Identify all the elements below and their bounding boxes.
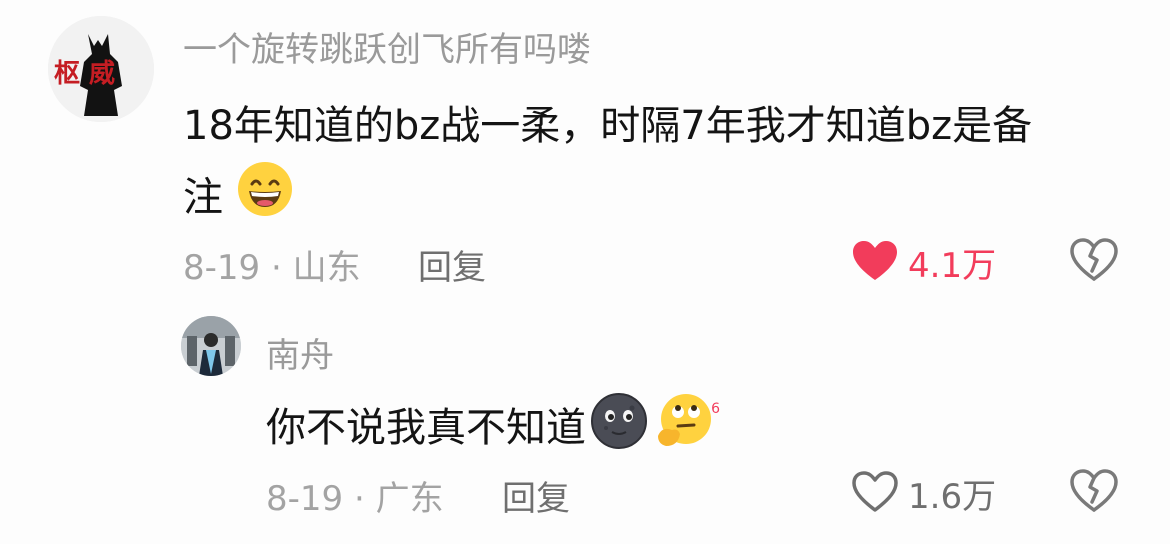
comment-line-1: 18年知道的bz战一柔，时隔7年我才知道bz是备 xyxy=(183,103,1033,149)
emoji-badge: 6 xyxy=(711,401,720,417)
reply-username[interactable]: 南舟 xyxy=(266,328,334,377)
thinking-rolling-eyes-icon: 6 xyxy=(654,392,720,464)
reply-reply-button[interactable]: 回复 xyxy=(502,471,570,520)
reply-text: 你不说我真不知道 6 xyxy=(266,392,720,464)
comment-date-location: 8-19 · 山东 xyxy=(183,248,361,288)
broken-heart-icon xyxy=(1070,469,1118,517)
heart-filled-icon xyxy=(852,240,898,286)
heart-outline-icon xyxy=(852,470,898,517)
dislike-button[interactable] xyxy=(1070,238,1118,286)
comment-text: 18年知道的bz战一柔，时隔7年我才知道bz是备 注 xyxy=(183,92,1123,239)
reply-like-count: 1.6万 xyxy=(908,477,997,517)
reply-like-button[interactable]: 1.6万 xyxy=(852,469,996,518)
new-moon-face-icon xyxy=(590,392,648,464)
reply-button[interactable]: 回复 xyxy=(418,240,486,289)
avatar[interactable]: 枢 威 xyxy=(48,16,154,122)
grinning-emoji-icon xyxy=(236,160,294,239)
comment-line-2-text: 注 xyxy=(183,174,223,221)
reply-dislike-button[interactable] xyxy=(1070,469,1118,517)
reply-text-content: 你不说我真不知道 xyxy=(266,405,586,451)
broken-heart-icon xyxy=(1070,238,1118,286)
reply-date-location: 8-19 · 广东 xyxy=(266,479,444,519)
username[interactable]: 一个旋转跳跃创飞所有吗喽 xyxy=(183,22,591,71)
like-button[interactable]: 4.1万 xyxy=(852,238,996,287)
svg-text:枢 威: 枢 威 xyxy=(54,58,115,89)
like-count: 4.1万 xyxy=(908,246,997,286)
reply-avatar[interactable] xyxy=(181,316,241,376)
comment-line-2: 注 xyxy=(183,160,1123,239)
